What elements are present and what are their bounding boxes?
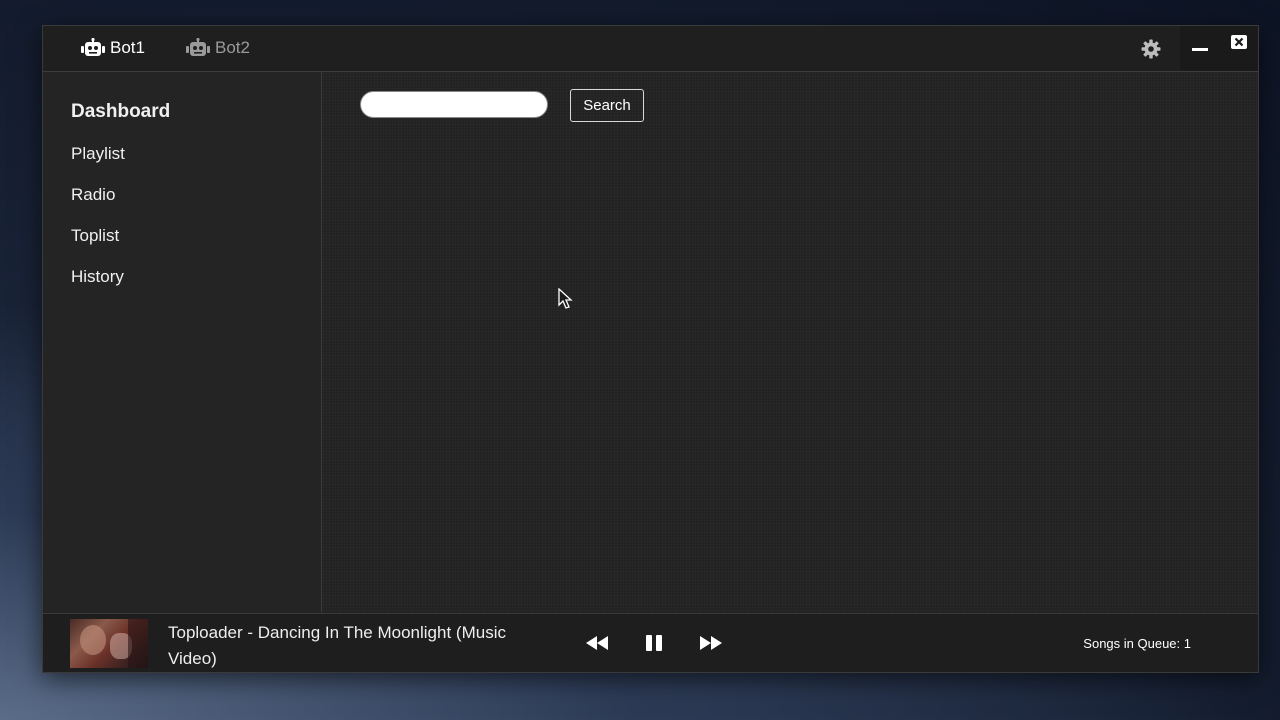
gear-icon <box>1141 39 1161 58</box>
tab-bot1[interactable]: Bot1 <box>81 36 145 60</box>
sidebar-item-dashboard[interactable]: Dashboard <box>71 101 170 123</box>
robot-icon <box>186 38 210 56</box>
sidebar-item-history[interactable]: History <box>71 267 124 287</box>
sidebar-item-playlist[interactable]: Playlist <box>71 144 125 164</box>
tab-bot1-label: Bot1 <box>110 38 145 57</box>
rewind-icon <box>586 636 608 650</box>
player-bar: Toploader - Dancing In The Moonlight (Mu… <box>43 613 1258 672</box>
settings-button[interactable] <box>1131 26 1171 71</box>
minimize-button[interactable] <box>1180 26 1220 71</box>
close-button[interactable] <box>1219 26 1258 71</box>
rewind-button[interactable] <box>582 630 612 656</box>
tab-bot2[interactable]: Bot2 <box>186 36 250 60</box>
sidebar-item-toplist[interactable]: Toplist <box>71 226 119 246</box>
search-button[interactable]: Search <box>570 89 644 122</box>
fast-forward-button[interactable] <box>696 630 726 656</box>
pause-button[interactable] <box>639 630 669 656</box>
fast-forward-icon <box>700 636 722 650</box>
sidebar: Dashboard Playlist Radio Toplist History <box>43 72 322 612</box>
pause-icon <box>646 635 662 651</box>
minimize-icon <box>1192 47 1208 51</box>
main-content: Search <box>322 72 1258 612</box>
search-input[interactable] <box>360 91 548 118</box>
album-thumbnail <box>70 619 148 668</box>
mouse-cursor-icon <box>558 288 573 309</box>
title-bar: Bot1 Bot2 <box>43 26 1258 72</box>
now-playing-title: Toploader - Dancing In The Moonlight (Mu… <box>168 623 506 668</box>
queue-count: Songs in Queue: 1 <box>1083 636 1191 651</box>
robot-icon <box>81 38 105 56</box>
tab-bot2-label: Bot2 <box>215 38 250 57</box>
app-window: Bot1 Bot2 Dashboard Playlist Radio Topli… <box>42 25 1259 673</box>
sidebar-item-radio[interactable]: Radio <box>71 185 115 205</box>
close-icon <box>1231 34 1247 49</box>
